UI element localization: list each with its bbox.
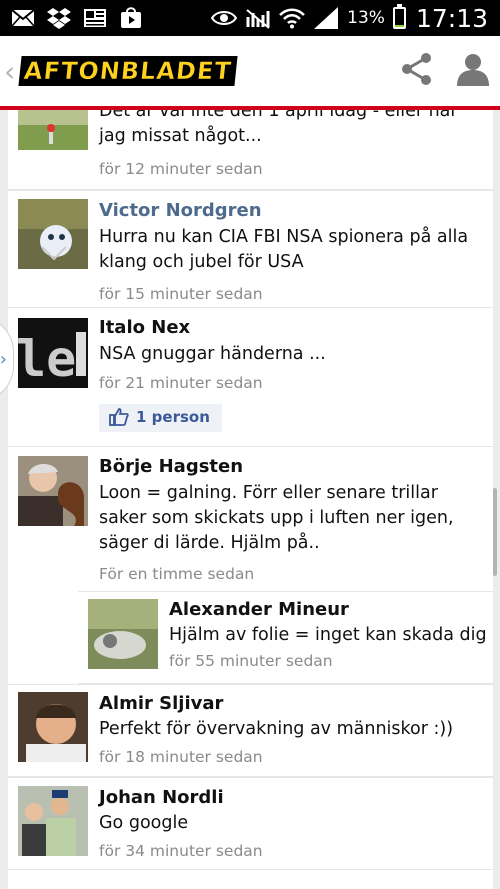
no-signal-icon [245, 7, 271, 29]
comment-time[interactable]: för 34 minuter sedan [99, 840, 489, 862]
comment-author[interactable]: Johan Nordli [99, 786, 489, 810]
comment-time[interactable]: för 21 minuter sedan [99, 372, 489, 394]
comment-author[interactable]: Alexander Mineur [169, 598, 489, 622]
comment-item: Börje Hagsten Loon = galning. Förr eller… [8, 447, 493, 591]
thumbs-up-icon [109, 408, 129, 426]
back-chevron-icon[interactable]: ‹ [4, 55, 20, 88]
eye-icon [211, 7, 238, 29]
share-icon[interactable] [400, 52, 434, 90]
comment-text: Perfekt för övervakning av människor :)) [99, 719, 454, 739]
comment-author[interactable]: Almir Sljivar [99, 692, 489, 716]
aftonbladet-logo[interactable]: AFTONBLADET [18, 56, 238, 86]
like-count: 1 person [136, 408, 210, 426]
dropbox-icon [46, 7, 72, 29]
svg-text:le: le [18, 330, 76, 388]
comment-item: le Italo Nex NSA gnuggar händerna ... fö… [8, 308, 493, 447]
battery-icon [392, 4, 406, 29]
avatar[interactable]: le [18, 318, 88, 388]
like-count-button[interactable]: 1 person [99, 404, 222, 432]
avatar[interactable] [18, 456, 88, 526]
signal-bars-icon [313, 7, 339, 29]
battery-percent: 13% [347, 8, 385, 28]
news-icon [82, 7, 108, 29]
comments-list: Det är väl inte den 1 april idag - eller… [8, 110, 493, 889]
comment-time[interactable]: för 55 minuter sedan [169, 650, 489, 672]
avatar[interactable] [88, 599, 158, 669]
wifi-icon [279, 7, 306, 29]
comment-author[interactable]: Victor Nordgren [99, 199, 489, 223]
comment-time[interactable]: för 12 minuter sedan [99, 158, 489, 180]
comment-author[interactable]: Italo Nex [99, 316, 489, 340]
profile-icon[interactable] [456, 52, 490, 90]
comment-item: Johan Nordli Go google för 34 minuter se… [8, 777, 493, 870]
comment-text: Hjälm av folie = inget kan skada dig [169, 625, 487, 645]
avatar[interactable] [18, 692, 88, 762]
avatar[interactable] [18, 786, 88, 856]
avatar[interactable] [18, 110, 88, 150]
logo-text: AFTONBLADET [22, 57, 234, 86]
comment-text: Det är väl inte den 1 april idag - eller… [99, 110, 458, 146]
app-bar: ‹ AFTONBLADET [0, 36, 500, 110]
status-bar: 13% 17:13 [0, 0, 500, 36]
comment-item: Det är väl inte den 1 april idag - eller… [8, 110, 493, 190]
battery-level [394, 24, 404, 27]
clock: 17:13 [415, 3, 488, 33]
scrollbar[interactable] [493, 488, 497, 576]
comment-text: Go google [99, 813, 189, 833]
chevron-right-icon: › [0, 348, 7, 370]
reply-item: Alexander Mineur Hjälm av folie = inget … [78, 591, 493, 684]
comment-time[interactable]: För en timme sedan [99, 563, 489, 585]
play-store-icon [118, 7, 144, 29]
mail-icon [10, 7, 36, 29]
comment-time[interactable]: för 15 minuter sedan [99, 283, 489, 305]
comment-item: Victor Nordgren Hurra nu kan CIA FBI NSA… [8, 190, 493, 308]
comment-time[interactable]: för 18 minuter sedan [99, 746, 489, 768]
avatar[interactable] [18, 199, 88, 269]
comment-text: NSA gnuggar händerna ... [99, 344, 326, 364]
comment-text: Hurra nu kan CIA FBI NSA spionera på all… [99, 227, 469, 272]
comment-text: Loon = galning. Förr eller senare trilla… [99, 483, 454, 553]
comment-author[interactable]: Börje Hagsten [99, 455, 489, 479]
comment-item: Almir Sljivar Perfekt för övervakning av… [8, 684, 493, 777]
